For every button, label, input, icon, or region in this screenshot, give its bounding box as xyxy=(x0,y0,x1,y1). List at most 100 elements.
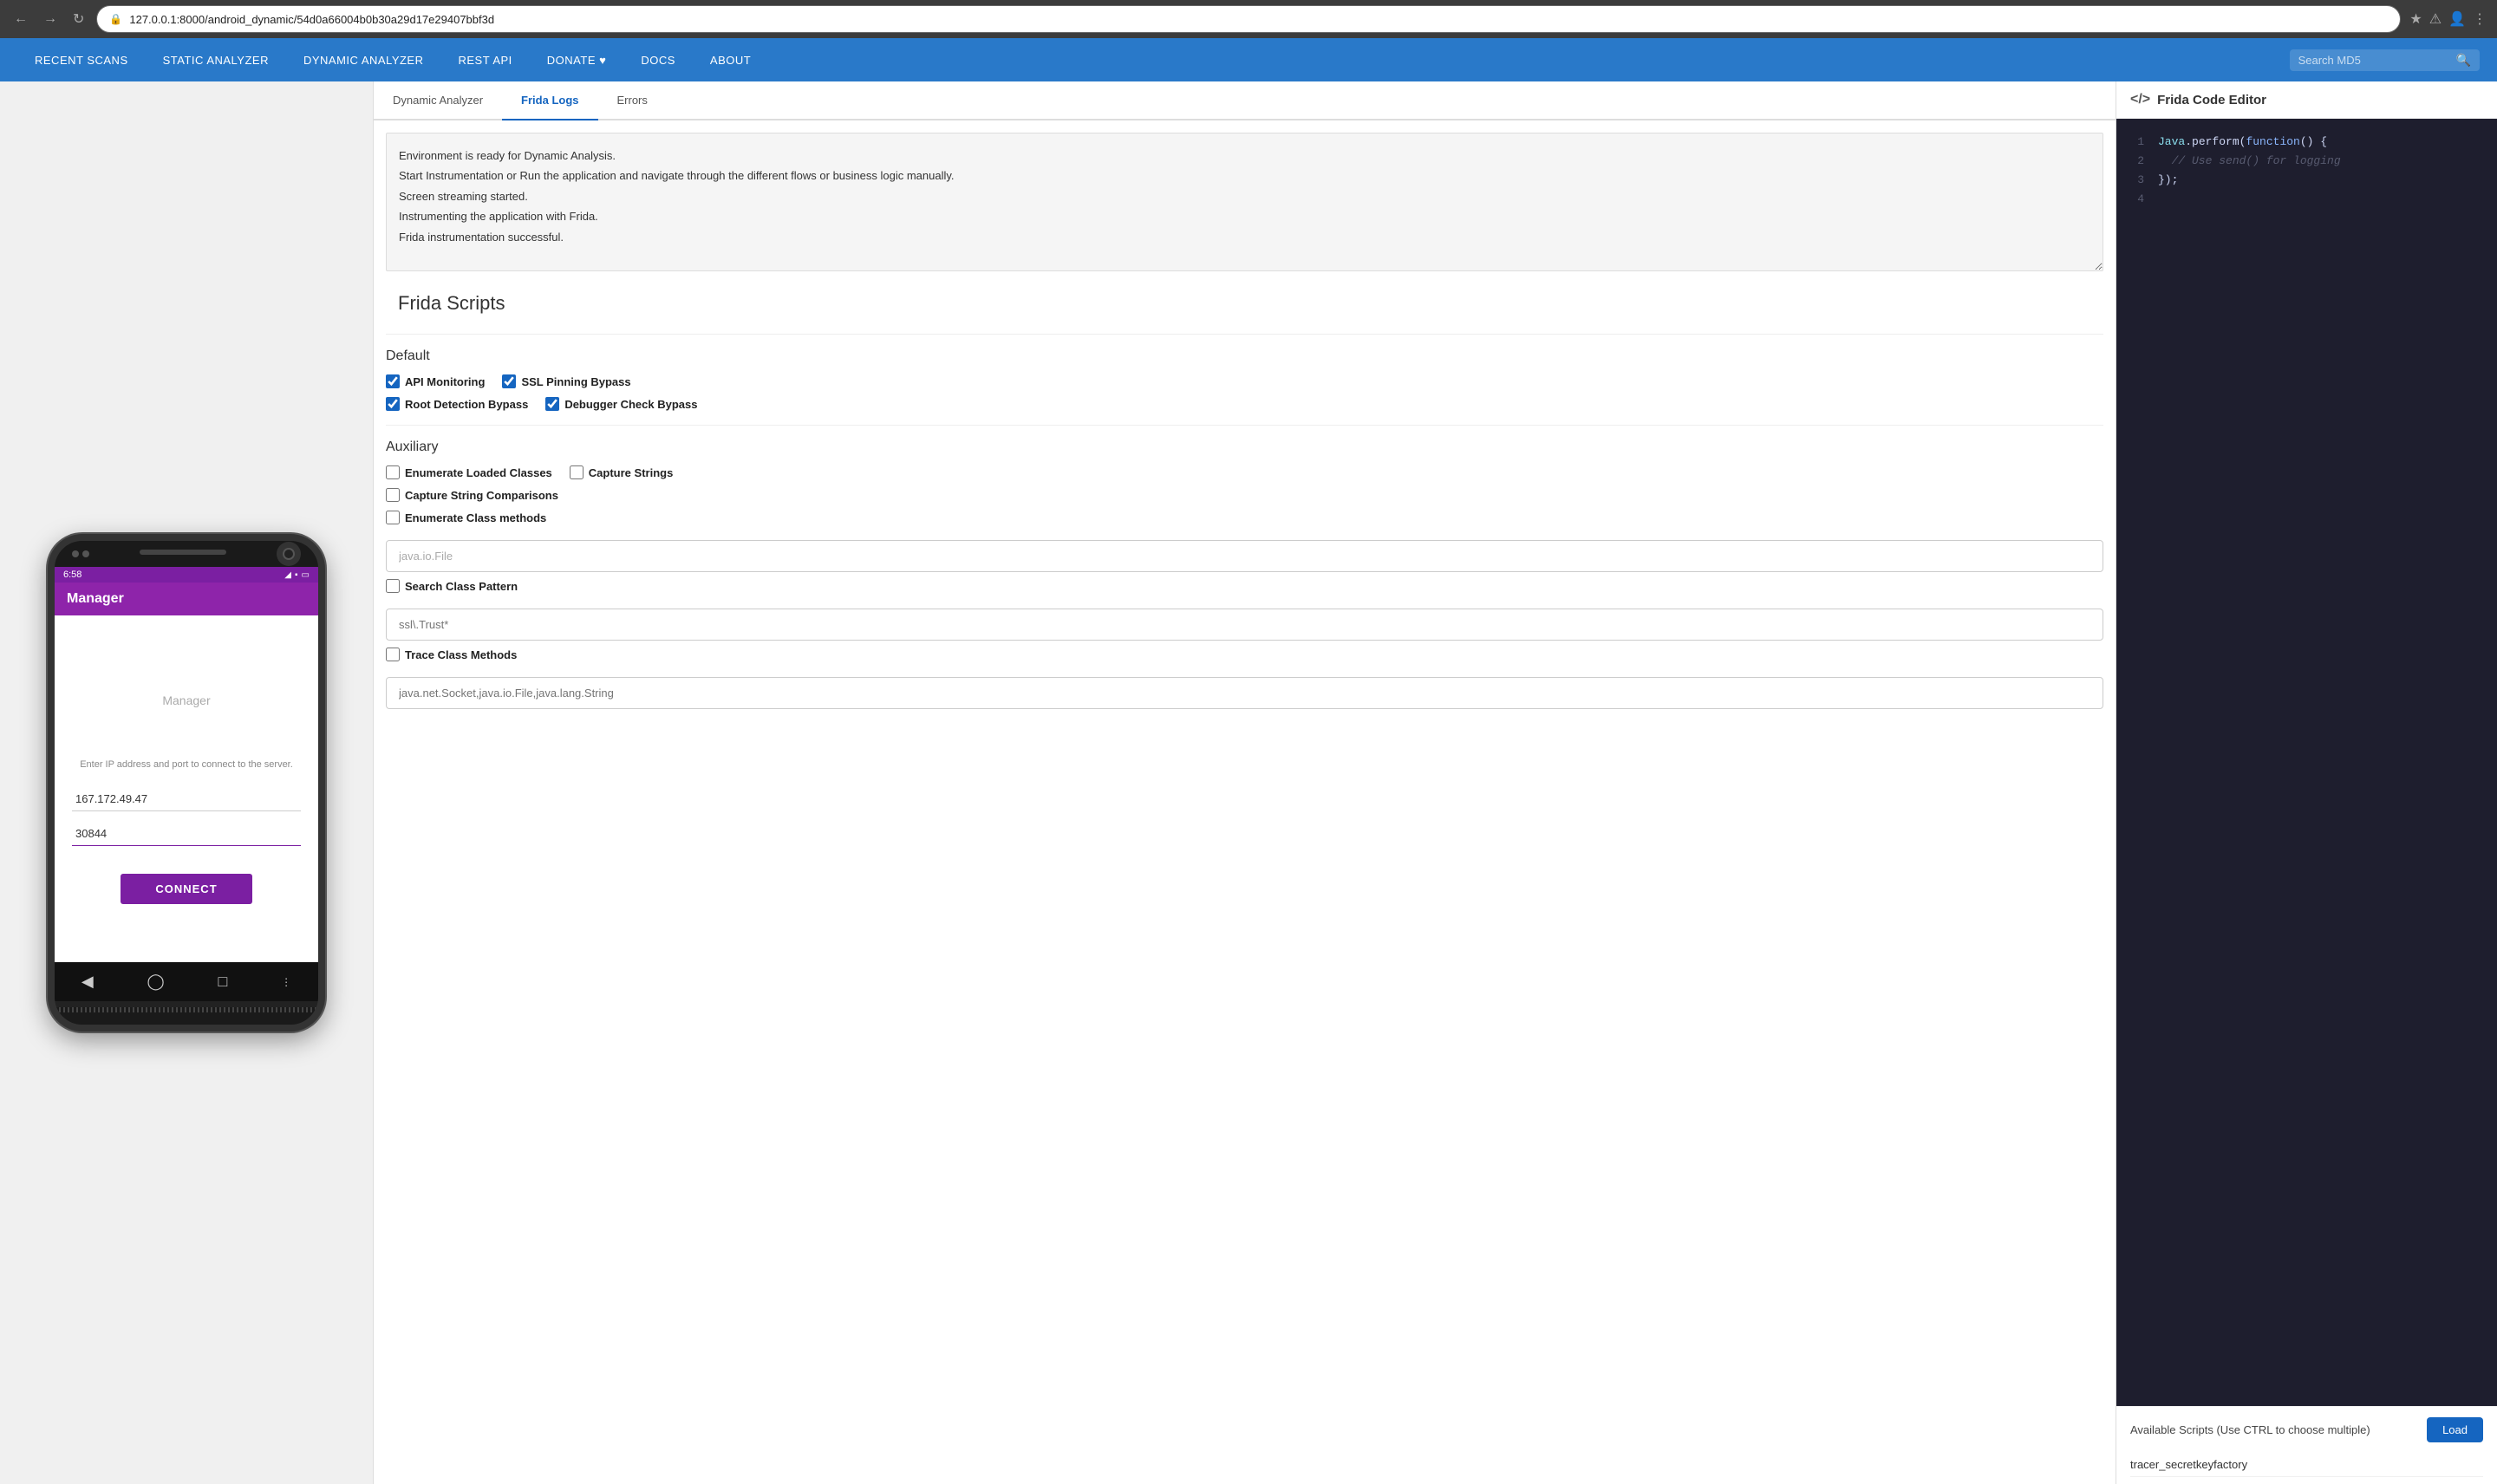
ip-input[interactable] xyxy=(72,787,301,811)
battery-icon: ▭ xyxy=(302,570,310,580)
capture-strings-text: Capture Strings xyxy=(589,466,674,479)
search-icon: 🔍 xyxy=(2456,53,2471,68)
load-button[interactable]: Load xyxy=(2427,1417,2483,1442)
log-area[interactable]: Environment is ready for Dynamic Analysi… xyxy=(386,133,2103,271)
trace-methods-text: Trace Class Methods xyxy=(405,648,517,661)
line-content-2: // Use send() for logging xyxy=(2158,152,2341,171)
phone-speaker-top xyxy=(140,550,226,555)
search-input[interactable] xyxy=(2298,54,2451,67)
browser-right-icons: ★ ⚠ 👤 ⋮ xyxy=(2409,10,2487,28)
debugger-check-checkbox[interactable] xyxy=(545,397,559,411)
url-text: 127.0.0.1:8000/android_dynamic/54d0a6600… xyxy=(129,13,494,26)
tab-frida-logs[interactable]: Frida Logs xyxy=(502,81,597,120)
frida-code-editor-header: </> Frida Code Editor xyxy=(2116,81,2497,119)
default-section-title: Default xyxy=(386,348,2103,364)
available-scripts-label: Available Scripts (Use CTRL to choose mu… xyxy=(2130,1423,2370,1436)
auxiliary-row-1: Enumerate Loaded Classes Capture Strings xyxy=(386,465,2103,479)
keyboard-nav-icon[interactable]: ⋮ xyxy=(281,976,291,988)
enum-methods-label[interactable]: Enumerate Class methods xyxy=(386,511,546,524)
enum-classes-text: Enumerate Loaded Classes xyxy=(405,466,552,479)
nav-dynamic-analyzer[interactable]: DYNAMIC ANALYZER xyxy=(286,38,441,81)
nav-docs[interactable]: DOCS xyxy=(623,38,693,81)
nav-static-analyzer[interactable]: STATIC ANALYZER xyxy=(146,38,286,81)
capture-comparisons-checkbox[interactable] xyxy=(386,488,400,502)
log-line-3: Instrumenting the application with Frida… xyxy=(399,206,2090,226)
enum-classes-label[interactable]: Enumerate Loaded Classes xyxy=(386,465,552,479)
capture-strings-label[interactable]: Capture Strings xyxy=(570,465,674,479)
default-row-2: Root Detection Bypass Debugger Check Byp… xyxy=(386,397,2103,411)
phone-panel: 6:58 ◢ ▪ ▭ Manager Manager Enter IP addr… xyxy=(0,81,373,1484)
nav-about[interactable]: ABOUT xyxy=(693,38,768,81)
auxiliary-section-title: Auxiliary xyxy=(386,439,2103,455)
right-panel: </> Frida Code Editor 1 Java.perform(fun… xyxy=(2116,81,2497,1484)
debugger-check-label[interactable]: Debugger Check Bypass xyxy=(545,397,697,411)
tab-dynamic-analyzer[interactable]: Dynamic Analyzer xyxy=(374,81,502,120)
phone-app-bar: Manager xyxy=(55,583,318,615)
phone-camera-lens xyxy=(283,548,295,560)
line-content-3: }); xyxy=(2158,171,2178,190)
back-button[interactable]: ← xyxy=(10,8,31,30)
capture-strings-checkbox[interactable] xyxy=(570,465,584,479)
root-detection-text: Root Detection Bypass xyxy=(405,398,528,411)
ssl-pinning-label[interactable]: SSL Pinning Bypass xyxy=(502,374,630,388)
nav-recent-scans[interactable]: RECENT SCANS xyxy=(17,38,146,81)
menu-icon[interactable]: ⋮ xyxy=(2473,10,2487,28)
address-bar[interactable]: 🔒 127.0.0.1:8000/android_dynamic/54d0a66… xyxy=(96,5,2401,33)
nav-donate[interactable]: DONATE ♥ xyxy=(530,38,624,81)
search-class-pattern-label[interactable]: Search Class Pattern xyxy=(386,579,518,593)
code-editor[interactable]: 1 Java.perform(function() { 2 // Use sen… xyxy=(2116,119,2497,1406)
ssl-pinning-checkbox[interactable] xyxy=(502,374,516,388)
home-nav-icon[interactable]: ◯ xyxy=(147,973,165,991)
api-monitoring-label[interactable]: API Monitoring xyxy=(386,374,485,388)
extensions-icon[interactable]: ⚠ xyxy=(2429,10,2442,28)
ssl-pinning-text: SSL Pinning Bypass xyxy=(521,375,630,388)
class-input[interactable] xyxy=(386,540,2103,572)
reload-button[interactable]: ↻ xyxy=(69,7,88,31)
code-line-3: 3 }); xyxy=(2130,171,2483,190)
bookmarks-icon[interactable]: ★ xyxy=(2409,10,2422,28)
trace-input[interactable] xyxy=(386,677,2103,709)
search-pattern-row: Search Class Pattern xyxy=(386,579,2103,593)
scripts-section: Frida Scripts Default API Monitoring SSL… xyxy=(374,283,2116,733)
phone-dot xyxy=(72,550,79,557)
tab-errors[interactable]: Errors xyxy=(598,81,667,120)
capture-comparisons-text: Capture String Comparisons xyxy=(405,489,558,502)
enum-classes-checkbox[interactable] xyxy=(386,465,400,479)
phone-nav-bar: ◀ ◯ □ ⋮ xyxy=(55,962,318,1001)
api-monitoring-checkbox[interactable] xyxy=(386,374,400,388)
back-nav-icon[interactable]: ◀ xyxy=(81,973,94,991)
code-line-4: 4 xyxy=(2130,190,2483,209)
profile-icon[interactable]: 👤 xyxy=(2448,10,2466,28)
root-detection-checkbox[interactable] xyxy=(386,397,400,411)
root-detection-label[interactable]: Root Detection Bypass xyxy=(386,397,528,411)
tabs-bar: Dynamic Analyzer Frida Logs Errors xyxy=(374,81,2116,120)
search-class-pattern-checkbox[interactable] xyxy=(386,579,400,593)
search-pattern-input[interactable] xyxy=(386,609,2103,641)
nav-rest-api[interactable]: REST API xyxy=(441,38,530,81)
connect-button[interactable]: CONNECT xyxy=(121,874,251,904)
enum-methods-checkbox[interactable] xyxy=(386,511,400,524)
debugger-check-text: Debugger Check Bypass xyxy=(564,398,697,411)
phone-bottom-bar xyxy=(55,1007,318,1025)
capture-comparisons-label[interactable]: Capture String Comparisons xyxy=(386,488,558,502)
trace-methods-checkbox[interactable] xyxy=(386,648,400,661)
code-line-2: 2 // Use send() for logging xyxy=(2130,152,2483,171)
phone-status-bar: 6:58 ◢ ▪ ▭ xyxy=(55,567,318,583)
signal-icon: ▪ xyxy=(295,570,298,580)
phone-camera-circle xyxy=(277,542,301,566)
top-nav: RECENT SCANS STATIC ANALYZER DYNAMIC ANA… xyxy=(0,38,2497,81)
script-item-tracer[interactable]: tracer_secretkeyfactory xyxy=(2130,1453,2483,1477)
frida-scripts-title: Frida Scripts xyxy=(386,283,2103,320)
browser-chrome: ← → ↻ 🔒 127.0.0.1:8000/android_dynamic/5… xyxy=(0,0,2497,38)
recents-nav-icon[interactable]: □ xyxy=(218,973,227,991)
phone-dots xyxy=(72,550,89,557)
phone-instruction: Enter IP address and port to connect to … xyxy=(80,759,293,770)
port-input[interactable] xyxy=(72,822,301,846)
phone-top-bar xyxy=(55,541,318,567)
trace-methods-label[interactable]: Trace Class Methods xyxy=(386,648,517,661)
phone-time: 6:58 xyxy=(63,570,81,580)
forward-button[interactable]: → xyxy=(40,8,61,30)
enum-methods-text: Enumerate Class methods xyxy=(405,511,546,524)
line-num-1: 1 xyxy=(2130,133,2144,152)
phone-device: 6:58 ◢ ▪ ▭ Manager Manager Enter IP addr… xyxy=(48,534,325,1032)
